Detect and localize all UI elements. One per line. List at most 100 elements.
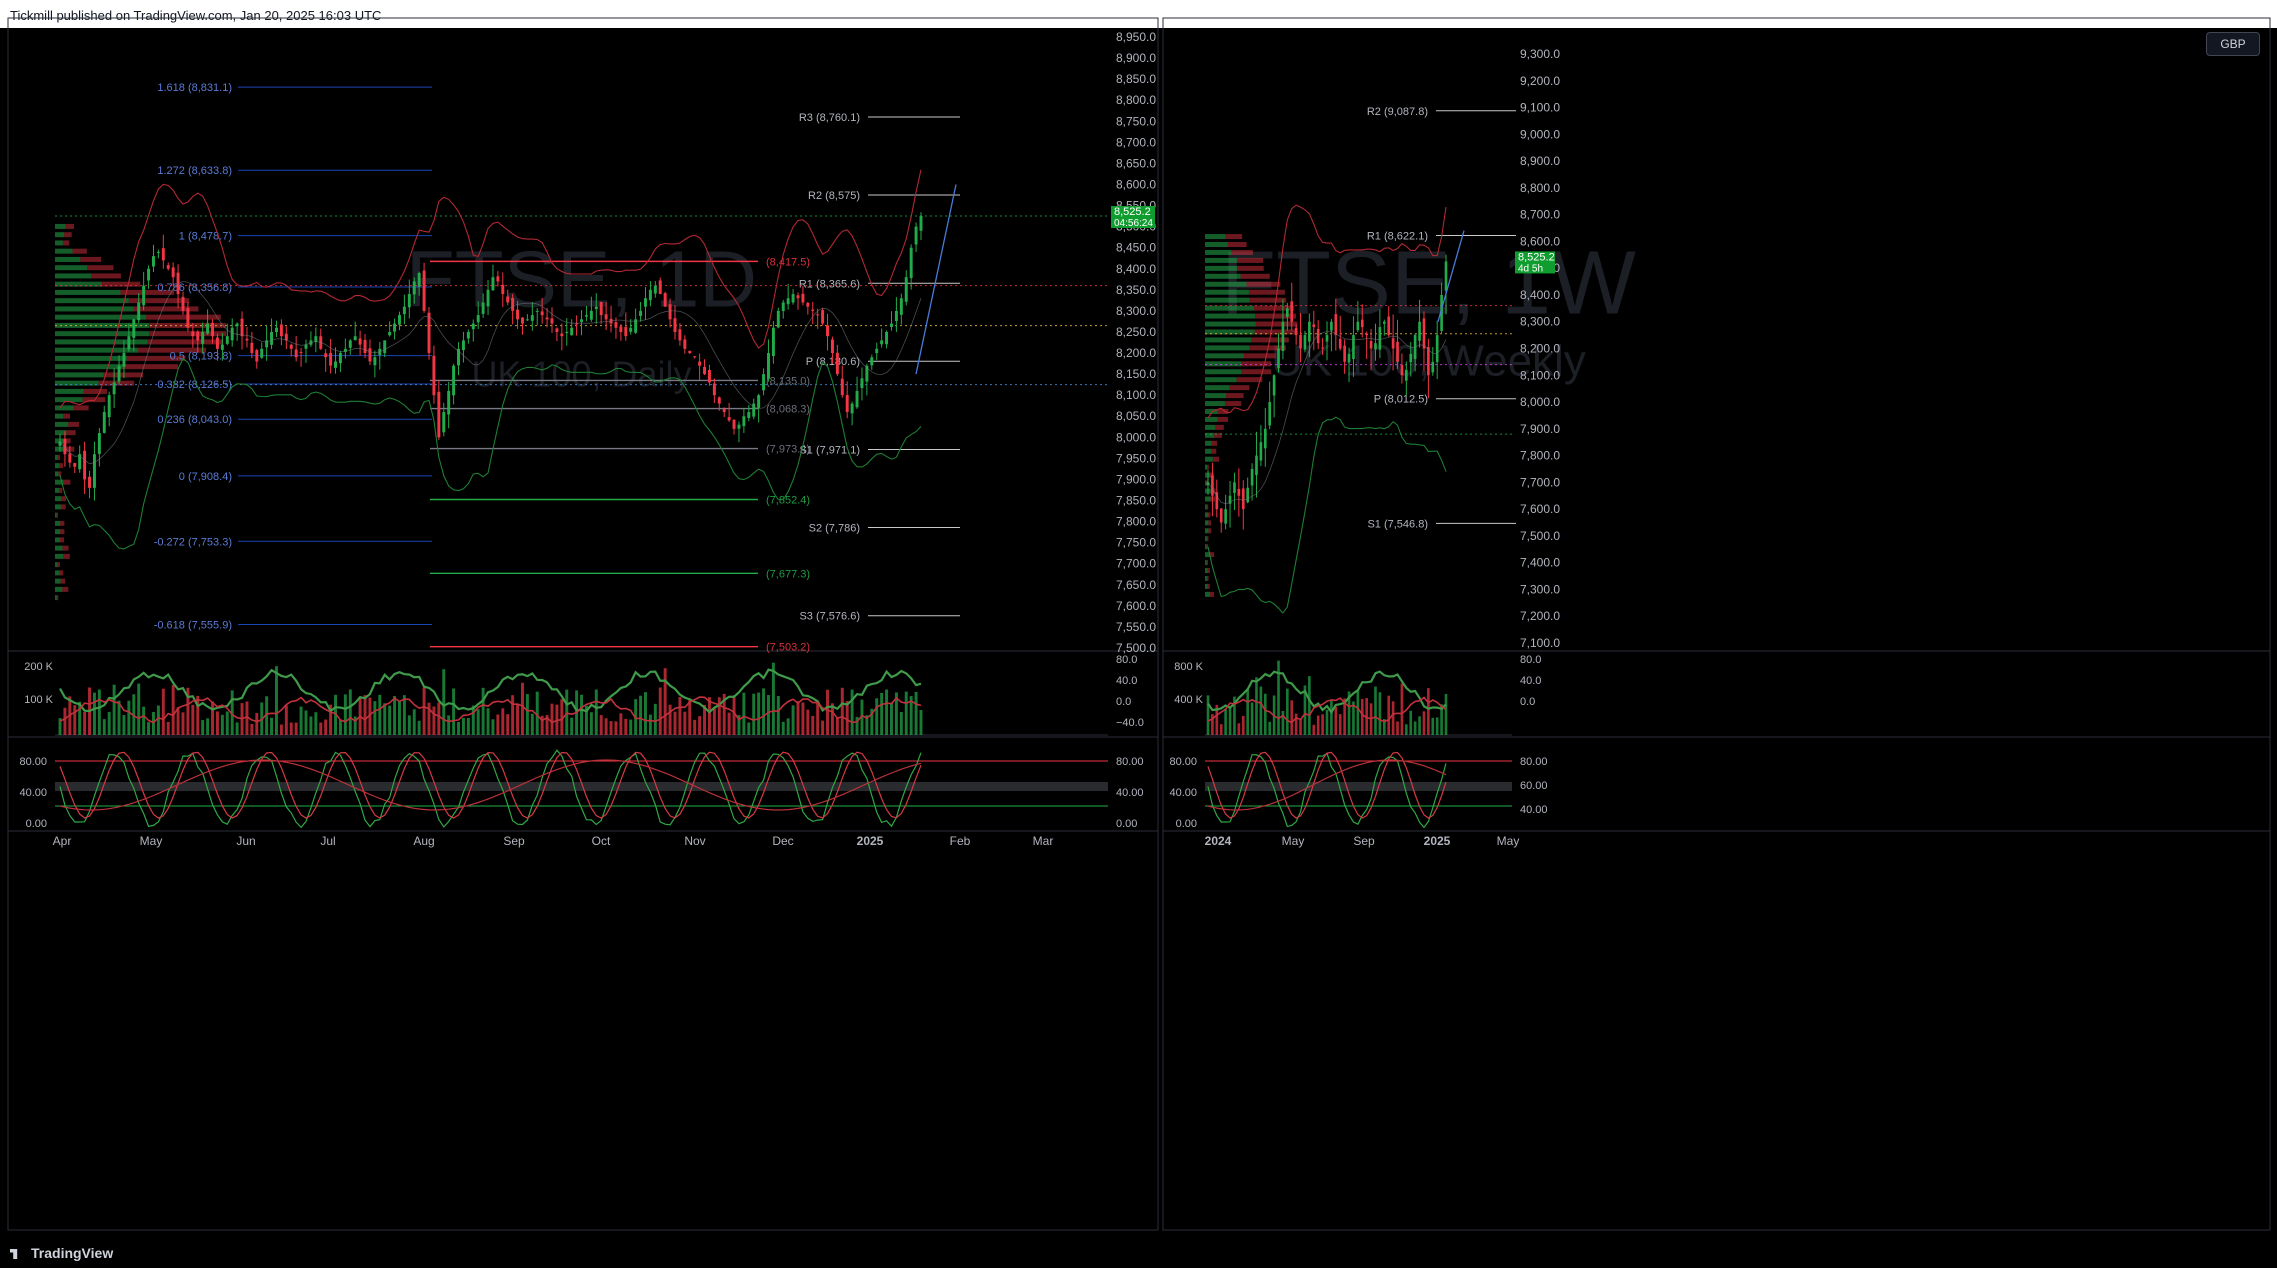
volume-bar	[156, 705, 160, 735]
volume-profile-bar	[1205, 504, 1207, 510]
candle-body	[698, 361, 702, 366]
y-tick-label: 7,400.0	[1520, 556, 1560, 570]
y-tick-label: 7,700.0	[1116, 557, 1156, 571]
y-tick-label: 8,450.0	[1116, 241, 1156, 255]
candle-body	[1321, 347, 1324, 349]
volume-bar	[639, 695, 643, 735]
volume-bar	[255, 712, 259, 735]
volume-profile-bar	[57, 454, 61, 460]
volume-profile-bar	[1205, 440, 1212, 446]
chart-canvas[interactable]: FTSE, 1DUK 100, Daily8,950.08,900.08,850…	[0, 0, 2277, 1268]
pivot-label: S2 (7,786)	[809, 522, 860, 534]
volume-profile-bar	[1240, 273, 1270, 279]
volume-bar	[471, 705, 475, 735]
candle-body	[776, 310, 780, 328]
volume-profile-bar	[1205, 337, 1252, 343]
candle-body	[1409, 353, 1413, 363]
volume-profile-bar	[1205, 520, 1209, 526]
y-tick-label: 9,200.0	[1520, 74, 1560, 88]
volume-bar	[112, 684, 116, 735]
y-tick-label: 8,400.0	[1520, 288, 1560, 302]
volume-profile-bar	[1205, 591, 1210, 597]
y-tick-label: 7,750.0	[1116, 536, 1156, 550]
candle-body	[584, 315, 588, 317]
volume-axis-label: 200 K	[24, 661, 53, 673]
volume-bar	[447, 715, 451, 735]
candle-body	[855, 390, 859, 408]
pivot-label: R1 (8,365.6)	[799, 278, 860, 290]
volume-bar	[1338, 714, 1342, 735]
candle-body	[875, 348, 879, 354]
level-label: (7,852.4)	[766, 495, 810, 507]
y-tick-label: 9,300.0	[1520, 47, 1560, 61]
volume-bar	[373, 701, 377, 735]
x-tick-label: May	[1497, 834, 1520, 848]
candle-body	[338, 353, 342, 364]
candle-body	[348, 340, 352, 348]
candle-body	[594, 306, 598, 310]
stoch-axis-label: 0.00	[26, 818, 47, 830]
tradingview-logo[interactable]: TradingView	[10, 1245, 113, 1261]
volume-profile-bar	[56, 512, 58, 518]
candle-body	[83, 450, 87, 480]
stoch-axis-label: 40.00	[1169, 787, 1197, 799]
projection-arrow	[915, 184, 957, 375]
volume-bar	[442, 669, 446, 735]
volume-bar	[314, 712, 318, 735]
y-tick-label: 8,650.0	[1116, 156, 1156, 170]
candle-body	[781, 302, 785, 312]
candle-body	[1250, 468, 1254, 486]
candle-body	[732, 419, 736, 429]
x-tick-label: Feb	[950, 834, 971, 848]
candle-body	[703, 366, 706, 375]
x-tick-label: 2025	[1424, 834, 1451, 848]
candle-body	[412, 281, 416, 295]
candle-body	[275, 327, 278, 332]
candle-body	[1334, 314, 1338, 336]
volume-profile-bar	[61, 496, 67, 502]
candle-body	[1431, 361, 1435, 373]
candle-body	[250, 342, 254, 354]
volume-bar	[594, 689, 598, 735]
currency-button[interactable]: GBP	[2206, 32, 2260, 56]
candle-body	[235, 323, 239, 327]
candle-body	[461, 340, 465, 351]
volume-profile-bar	[1205, 448, 1212, 454]
y-tick-label: 7,800.0	[1520, 449, 1560, 463]
candle-body	[393, 323, 397, 332]
candle-body	[186, 308, 190, 328]
candle-body	[260, 348, 264, 358]
volume-bar	[811, 715, 815, 735]
volume-profile-bar	[1241, 369, 1272, 375]
volume-profile-bar	[55, 545, 63, 551]
volume-profile-bar	[55, 496, 62, 502]
y-tick-label: 8,950.0	[1116, 30, 1156, 44]
candle-body	[757, 395, 761, 408]
volume-profile-bar	[1206, 560, 1208, 566]
volume-profile-bar	[1205, 305, 1255, 311]
volume-profile-bar	[55, 388, 84, 394]
volume-bar	[899, 711, 903, 735]
candle-body	[914, 226, 918, 245]
volume-bar	[693, 719, 697, 735]
candle-body	[1290, 301, 1294, 322]
level-label: (7,677.3)	[766, 568, 810, 580]
volume-profile-bar	[62, 545, 69, 551]
candle-body	[245, 338, 249, 341]
candle-body	[1233, 482, 1236, 493]
x-tick-label: Jun	[236, 834, 255, 848]
volume-profile-bar	[1205, 361, 1242, 367]
volume-bar	[629, 719, 633, 735]
volume-profile-bar	[1205, 528, 1209, 534]
candle-body	[1219, 508, 1223, 523]
candle-body	[1237, 488, 1241, 496]
volume-bar	[279, 724, 283, 735]
volume-bar	[1444, 693, 1448, 735]
volume-bar	[835, 718, 839, 735]
volume-profile-bar	[1205, 512, 1208, 518]
level-label: (7,503.2)	[766, 642, 810, 654]
candle-body	[211, 322, 214, 337]
fib-label: 1 (8,478.7)	[179, 231, 232, 243]
volume-profile-bar	[63, 479, 71, 485]
volume-bar	[102, 719, 106, 735]
